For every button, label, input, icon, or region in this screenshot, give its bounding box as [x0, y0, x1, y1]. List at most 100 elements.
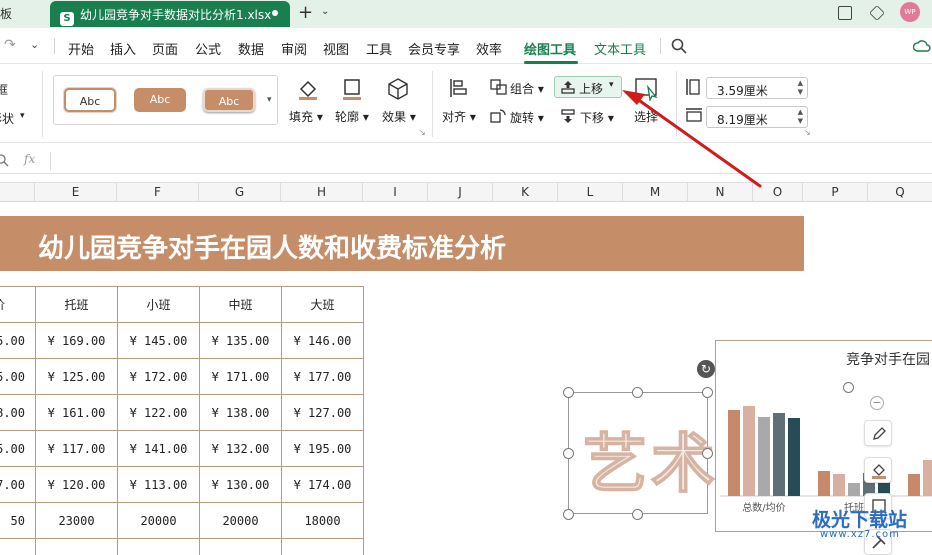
style-outline-option[interactable]: Abc	[64, 88, 116, 112]
tab-list-dropdown[interactable]: ⌄	[321, 6, 329, 17]
column-header[interactable]: P	[803, 183, 868, 202]
dialog-launcher-icon[interactable]: ↘	[419, 128, 426, 137]
table-cell[interactable]	[117, 538, 200, 555]
tab-active-document[interactable]: S 幼儿园竞争对手数据对比分析1.xlsx	[50, 1, 290, 27]
table-cell[interactable]: ¥ 169.00	[35, 322, 118, 359]
table-cell[interactable]: 50	[0, 502, 36, 539]
table-cell[interactable]: ¥ 174.00	[281, 466, 364, 503]
table-cell[interactable]: ¥ 171.00	[199, 358, 282, 395]
column-header[interactable]: G	[199, 183, 281, 202]
outline-button[interactable]: 轮廓 ▾	[335, 108, 369, 125]
chart-bar[interactable]	[908, 474, 920, 496]
sheet-grid[interactable]: 幼儿园竞争对手在园人数和收费标准分析 均价 托班 小班 中班 大班 5.00 ¥…	[0, 202, 932, 555]
dialog-launcher-icon[interactable]: ↘	[804, 128, 811, 137]
resize-handle[interactable]	[702, 448, 713, 459]
table-header-cell[interactable]: 中班	[199, 286, 282, 323]
chart-bar[interactable]	[728, 410, 740, 496]
table-cell[interactable]: ¥ 122.00	[117, 394, 200, 431]
chart-bar[interactable]	[758, 417, 770, 496]
resize-handle[interactable]	[632, 387, 643, 398]
effect-button[interactable]: 效果 ▾	[382, 108, 416, 125]
title-banner[interactable]: 幼儿园竞争对手在园人数和收费标准分析	[0, 216, 804, 271]
column-header[interactable]: E	[35, 183, 117, 202]
column-header[interactable]: Q	[868, 183, 932, 202]
column-header[interactable]: K	[493, 183, 558, 202]
table-cell[interactable]: ¥ 135.00	[199, 322, 282, 359]
column-header[interactable]: J	[428, 183, 493, 202]
table-cell[interactable]: ¥ 130.00	[199, 466, 282, 503]
table-cell[interactable]: ¥ 141.00	[117, 430, 200, 467]
table-cell[interactable]: ¥ 145.00	[117, 322, 200, 359]
table-cell[interactable]: ¥ 138.00	[199, 394, 282, 431]
table-cell[interactable]: 5.00	[0, 430, 36, 467]
resize-handle[interactable]	[563, 509, 574, 520]
table-cell[interactable]: 20000	[199, 502, 282, 539]
column-header[interactable]: H	[281, 183, 363, 202]
table-cell[interactable]: 5.00	[0, 358, 36, 395]
style-fill-option[interactable]: Abc	[134, 88, 186, 112]
table-cell[interactable]: ¥ 195.00	[281, 430, 364, 467]
table-cell[interactable]: 18000	[281, 502, 364, 539]
search-icon[interactable]	[671, 38, 687, 54]
table-cell[interactable]: ¥ 127.00	[281, 394, 364, 431]
table-header-cell[interactable]: 均价	[0, 286, 36, 323]
chart-style-button[interactable]	[864, 420, 892, 446]
chart-resize-handle[interactable]	[843, 382, 854, 393]
gallery-more-icon[interactable]: ▾	[267, 95, 272, 105]
chart-bar[interactable]	[818, 471, 830, 496]
chart-bar[interactable]	[773, 413, 785, 496]
table-cell[interactable]: 20000	[117, 502, 200, 539]
fill-bucket-icon[interactable]	[296, 77, 320, 101]
column-header-partial[interactable]	[0, 183, 35, 202]
resize-handle[interactable]	[702, 387, 713, 398]
menu-member[interactable]: 会员专享	[408, 39, 460, 58]
table-cell[interactable]	[0, 538, 36, 555]
menu-data[interactable]: 数据	[238, 39, 264, 58]
fill-button[interactable]: 填充 ▾	[289, 108, 323, 125]
zoom-icon[interactable]	[0, 154, 10, 168]
menu-home[interactable]: 开始	[68, 39, 94, 58]
menu-formula[interactable]: 公式	[195, 39, 221, 58]
chart-bar[interactable]	[788, 418, 800, 496]
chart-bar[interactable]	[848, 483, 860, 496]
tab-previous-document[interactable]: 板	[0, 0, 46, 26]
table-cell[interactable]: ¥ 125.00	[35, 358, 118, 395]
redo-icon[interactable]: ↷	[4, 37, 16, 53]
column-header[interactable]: F	[117, 183, 199, 202]
resize-handle[interactable]	[563, 448, 574, 459]
select-pane-icon[interactable]	[634, 77, 660, 101]
chart-container[interactable]: 竞争对手在园 总数/均价托班小班	[715, 340, 932, 532]
resize-handle[interactable]	[563, 387, 574, 398]
table-header-cell[interactable]: 托班	[35, 286, 118, 323]
menu-drawing-tools[interactable]: 绘图工具	[524, 39, 576, 58]
collapse-icon[interactable]: −	[870, 396, 884, 410]
table-header-cell[interactable]: 大班	[281, 286, 364, 323]
avatar[interactable]: WP	[900, 2, 920, 22]
move-down-button[interactable]: 下移 ▾	[580, 109, 614, 126]
table-cell[interactable]: ¥ 132.00	[199, 430, 282, 467]
rotate-handle-icon[interactable]: ↻	[697, 360, 715, 378]
menu-view[interactable]: 视图	[323, 39, 349, 58]
column-header[interactable]: I	[363, 183, 428, 202]
align-button[interactable]: 对齐 ▾	[442, 108, 476, 125]
table-cell[interactable]: 7.00	[0, 466, 36, 503]
fx-icon[interactable]: fx	[24, 152, 35, 166]
wordart-shape[interactable]: 艺术	[568, 392, 716, 514]
send-backward-icon[interactable]	[560, 108, 576, 124]
group-button[interactable]: 组合 ▾	[510, 80, 544, 97]
table-cell[interactable]	[281, 538, 364, 555]
chart-bar[interactable]	[833, 474, 845, 496]
menu-tools[interactable]: 工具	[366, 39, 392, 58]
table-cell[interactable]: ¥ 120.00	[35, 466, 118, 503]
resize-handle[interactable]	[632, 509, 643, 520]
style-fill-border-option[interactable]: Abc	[203, 88, 255, 112]
effect-cube-icon[interactable]	[386, 77, 410, 101]
table-cell[interactable]: 23000	[35, 502, 118, 539]
chart-fill-button[interactable]	[864, 457, 892, 483]
column-header[interactable]: N	[688, 183, 753, 202]
chart-bar[interactable]	[743, 406, 755, 496]
width-input[interactable]: 8.19厘米 ▲ ▼	[706, 106, 808, 128]
table-cell[interactable]: ¥ 117.00	[35, 430, 118, 467]
cube-icon[interactable]	[869, 5, 885, 21]
table-header-cell[interactable]: 小班	[117, 286, 200, 323]
